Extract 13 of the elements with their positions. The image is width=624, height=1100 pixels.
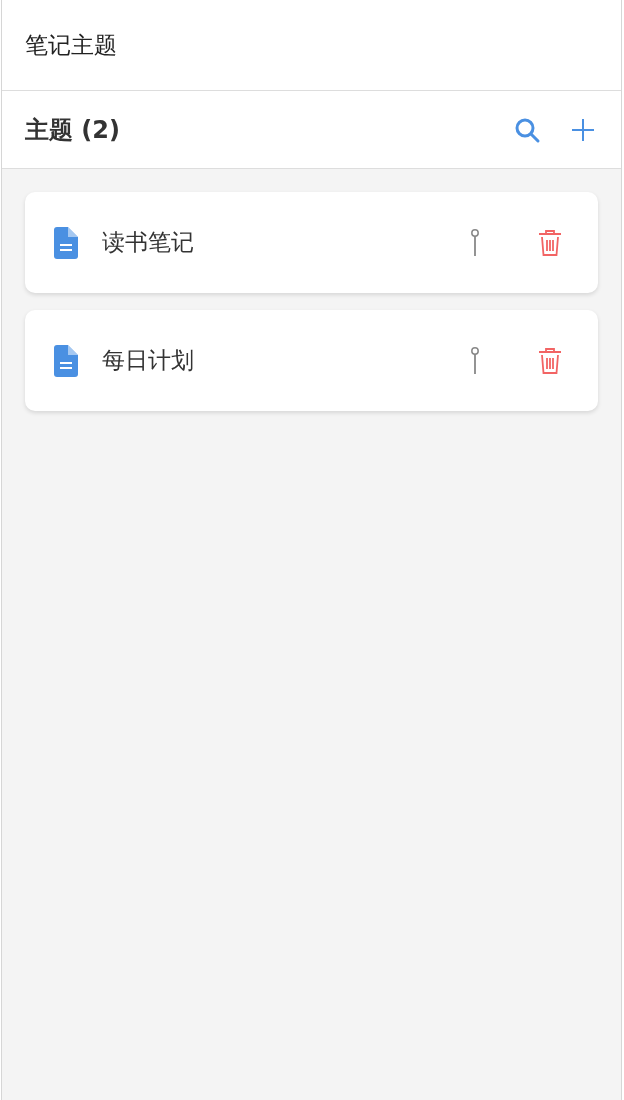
add-button[interactable] [571,117,595,142]
topic-card[interactable]: 每日计划 [25,310,598,411]
pin-button[interactable] [470,346,480,375]
delete-button[interactable] [538,346,562,375]
section-title: 主题 (2) [25,114,120,146]
topic-name: 读书笔记 [102,228,195,257]
document-icon [54,344,78,377]
topic-card[interactable]: 读书笔记 [25,192,598,293]
topic-name: 每日计划 [102,346,195,375]
pin-button[interactable] [470,228,480,257]
page-title: 笔记主题 [25,30,117,60]
document-icon [54,226,78,259]
delete-button[interactable] [538,228,562,257]
